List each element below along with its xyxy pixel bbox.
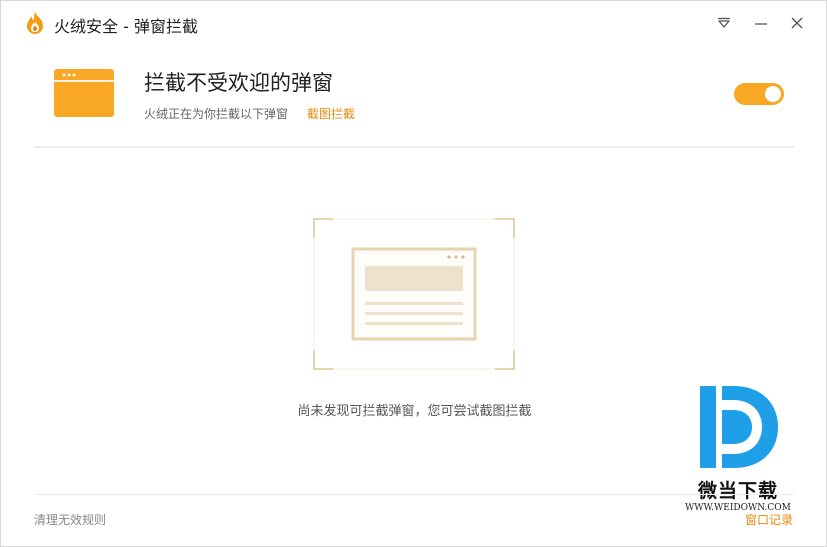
footer-divider: [34, 494, 794, 495]
close-icon: [791, 17, 803, 29]
header-subtitle: 火绒正在为你拦截以下弹窗: [144, 107, 289, 121]
title-bar[interactable]: 火绒安全 - 弹窗拦截: [1, 1, 826, 45]
window-title: 火绒安全 - 弹窗拦截: [54, 17, 198, 36]
dropdown-menu-button[interactable]: [714, 13, 734, 33]
header-divider: [34, 146, 794, 148]
popup-block-toggle[interactable]: [734, 83, 784, 105]
minimize-button[interactable]: [751, 13, 771, 33]
browser-window-icon: [54, 69, 114, 117]
window-records-link[interactable]: 窗口记录: [745, 511, 793, 528]
toggle-knob: [765, 86, 781, 102]
weidown-watermark-logo: [700, 386, 778, 468]
empty-popup-illustration: [313, 218, 515, 370]
header-title: 拦截不受欢迎的弹窗: [144, 71, 333, 95]
close-button[interactable]: [787, 13, 807, 33]
dropdown-menu-icon: [718, 17, 730, 28]
watermark-title: 微当下载: [698, 480, 779, 502]
huorong-logo-icon: [27, 12, 43, 34]
app-window: 火绒安全 - 弹窗拦截 拦截不受欢迎的弹窗 火绒正在为你拦截以下弹窗 截图拦截 …: [0, 0, 827, 547]
minimize-icon: [755, 23, 767, 25]
screenshot-intercept-link[interactable]: 截图拦截: [307, 105, 355, 122]
clear-invalid-rules-link[interactable]: 清理无效规则: [34, 511, 106, 528]
